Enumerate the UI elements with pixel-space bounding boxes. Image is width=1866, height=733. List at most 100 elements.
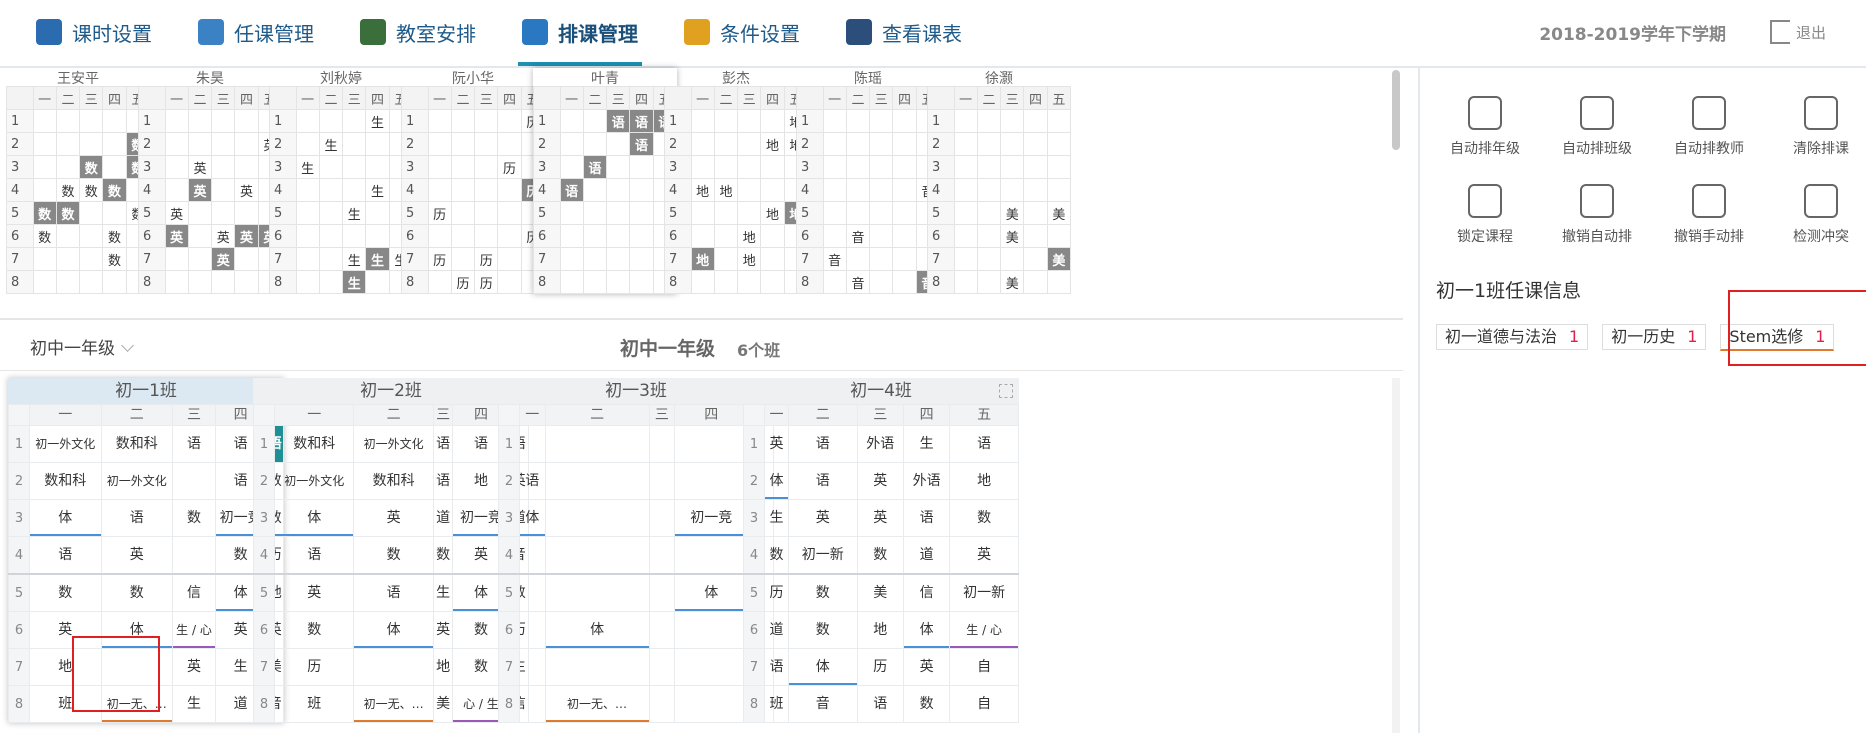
schedule-cell[interactable]: 体 xyxy=(787,648,858,686)
schedule-cell[interactable] xyxy=(79,270,104,294)
schedule-cell[interactable]: 信 xyxy=(172,573,216,612)
schedule-cell[interactable]: 初一外文化 xyxy=(100,462,173,500)
schedule-cell[interactable] xyxy=(474,155,499,179)
schedule-cell[interactable]: 数和科 xyxy=(29,462,102,500)
schedule-cell[interactable] xyxy=(869,132,894,156)
schedule-cell[interactable]: 历 xyxy=(856,648,904,686)
schedule-cell[interactable] xyxy=(869,201,894,225)
schedule-cell[interactable] xyxy=(365,224,390,248)
schedule-cell[interactable]: 语 xyxy=(787,462,858,500)
schedule-cell[interactable] xyxy=(737,155,762,179)
schedule-cell[interactable]: 数 xyxy=(353,536,434,575)
schedule-cell[interactable]: 英 xyxy=(211,247,236,271)
schedule-cell[interactable] xyxy=(953,109,978,133)
teacher-auto-button[interactable]: 自动排教师 xyxy=(1654,96,1764,158)
schedule-cell[interactable] xyxy=(845,201,871,225)
schedule-cell[interactable] xyxy=(606,247,631,271)
schedule-cell[interactable] xyxy=(55,109,81,133)
class-grid[interactable]: 初一4班一二三四五 1 英语外语生语 2 体语英外语地 3 生英英语数 4 数初一新数道英 5 历数… xyxy=(743,378,1019,723)
schedule-cell[interactable] xyxy=(55,224,81,248)
schedule-cell[interactable] xyxy=(450,132,476,156)
schedule-cell[interactable]: 地 xyxy=(737,224,762,248)
schedule-cell[interactable] xyxy=(1000,155,1025,179)
grade-button[interactable]: 自动排年级 xyxy=(1430,96,1540,158)
schedule-cell[interactable] xyxy=(1023,247,1048,271)
schedule-cell[interactable] xyxy=(845,155,871,179)
schedule-cell[interactable] xyxy=(342,224,367,248)
schedule-cell[interactable] xyxy=(559,132,584,156)
schedule-cell[interactable] xyxy=(1023,270,1048,294)
schedule-cell[interactable]: 生 xyxy=(365,178,390,202)
schedule-cell[interactable] xyxy=(187,270,213,294)
schedule-cell[interactable]: 数 xyxy=(79,155,104,179)
schedule-cell[interactable] xyxy=(869,155,894,179)
schedule-cell[interactable] xyxy=(318,109,344,133)
schedule-cell[interactable]: 数 xyxy=(55,178,81,202)
schedule-cell[interactable]: 道 xyxy=(432,499,454,537)
schedule-cell[interactable]: 体 xyxy=(519,499,546,537)
schedule-cell[interactable] xyxy=(365,270,390,294)
schedule-cell[interactable] xyxy=(544,462,650,500)
schedule-cell[interactable] xyxy=(582,132,608,156)
schedule-cell[interactable] xyxy=(79,247,104,271)
schedule-cell[interactable] xyxy=(629,270,654,294)
schedule-cell[interactable] xyxy=(32,178,57,202)
schedule-cell[interactable] xyxy=(892,201,917,225)
schedule-cell[interactable]: 语 xyxy=(100,499,173,537)
schedule-cell[interactable] xyxy=(55,247,81,271)
schedule-cell[interactable] xyxy=(674,611,749,649)
schedule-cell[interactable] xyxy=(953,201,978,225)
schedule-cell[interactable] xyxy=(544,536,650,575)
schedule-cell[interactable] xyxy=(976,201,1002,225)
schedule-cell[interactable] xyxy=(953,224,978,248)
schedule-cell[interactable] xyxy=(976,155,1002,179)
schedule-cell[interactable] xyxy=(648,425,676,463)
schedule-cell[interactable] xyxy=(79,201,104,225)
schedule-cell[interactable]: 数 xyxy=(79,178,104,202)
schedule-cell[interactable]: 英 xyxy=(211,224,236,248)
schedule-cell[interactable]: 信 xyxy=(902,573,951,612)
schedule-cell[interactable]: 历 xyxy=(497,155,522,179)
schedule-cell[interactable] xyxy=(519,685,546,723)
schedule-cell[interactable] xyxy=(845,247,871,271)
schedule-cell[interactable] xyxy=(648,462,676,500)
schedule-cell[interactable]: 英 xyxy=(100,536,173,575)
schedule-cell[interactable] xyxy=(102,270,127,294)
grade-dropdown[interactable]: 初中一年级 xyxy=(30,334,134,359)
schedule-cell[interactable]: 语 xyxy=(559,178,584,202)
schedule-cell[interactable] xyxy=(822,109,847,133)
schedule-cell[interactable] xyxy=(760,270,785,294)
schedule-cell[interactable] xyxy=(629,155,654,179)
schedule-cell[interactable] xyxy=(450,178,476,202)
schedule-cell[interactable]: 体 xyxy=(764,462,789,500)
schedule-cell[interactable] xyxy=(427,109,452,133)
schedule-cell[interactable]: 语 xyxy=(582,155,608,179)
schedule-cell[interactable] xyxy=(822,132,847,156)
schedule-cell[interactable] xyxy=(1000,178,1025,202)
nav-item-0[interactable]: 课时设置 xyxy=(22,0,166,64)
schedule-cell[interactable]: 生 xyxy=(365,247,390,271)
schedule-cell[interactable]: 数 xyxy=(55,201,81,225)
schedule-cell[interactable] xyxy=(953,132,978,156)
schedule-cell[interactable] xyxy=(1023,201,1048,225)
schedule-cell[interactable] xyxy=(211,178,236,202)
schedule-cell[interactable] xyxy=(582,178,608,202)
schedule-cell[interactable] xyxy=(1046,270,1072,294)
schedule-cell[interactable] xyxy=(674,462,749,500)
schedule-cell[interactable] xyxy=(674,685,749,723)
schedule-cell[interactable]: 数 xyxy=(856,536,904,575)
schedule-cell[interactable]: 生 xyxy=(172,685,216,723)
schedule-cell[interactable] xyxy=(211,155,236,179)
schedule-cell[interactable] xyxy=(674,536,749,575)
schedule-cell[interactable]: 道 xyxy=(764,611,789,649)
schedule-cell[interactable]: 历 xyxy=(427,201,452,225)
schedule-cell[interactable] xyxy=(690,132,715,156)
expand-icon[interactable] xyxy=(999,384,1013,398)
schedule-cell[interactable] xyxy=(497,270,522,294)
schedule-cell[interactable]: 道 xyxy=(902,536,951,575)
schedule-cell[interactable] xyxy=(234,270,259,294)
schedule-cell[interactable] xyxy=(32,247,57,271)
teacher-grid[interactable]: 阮小华一二三四五1历23历4历5历6历7历历8历历 xyxy=(401,68,546,294)
schedule-cell[interactable] xyxy=(318,247,344,271)
schedule-cell[interactable] xyxy=(544,499,650,537)
